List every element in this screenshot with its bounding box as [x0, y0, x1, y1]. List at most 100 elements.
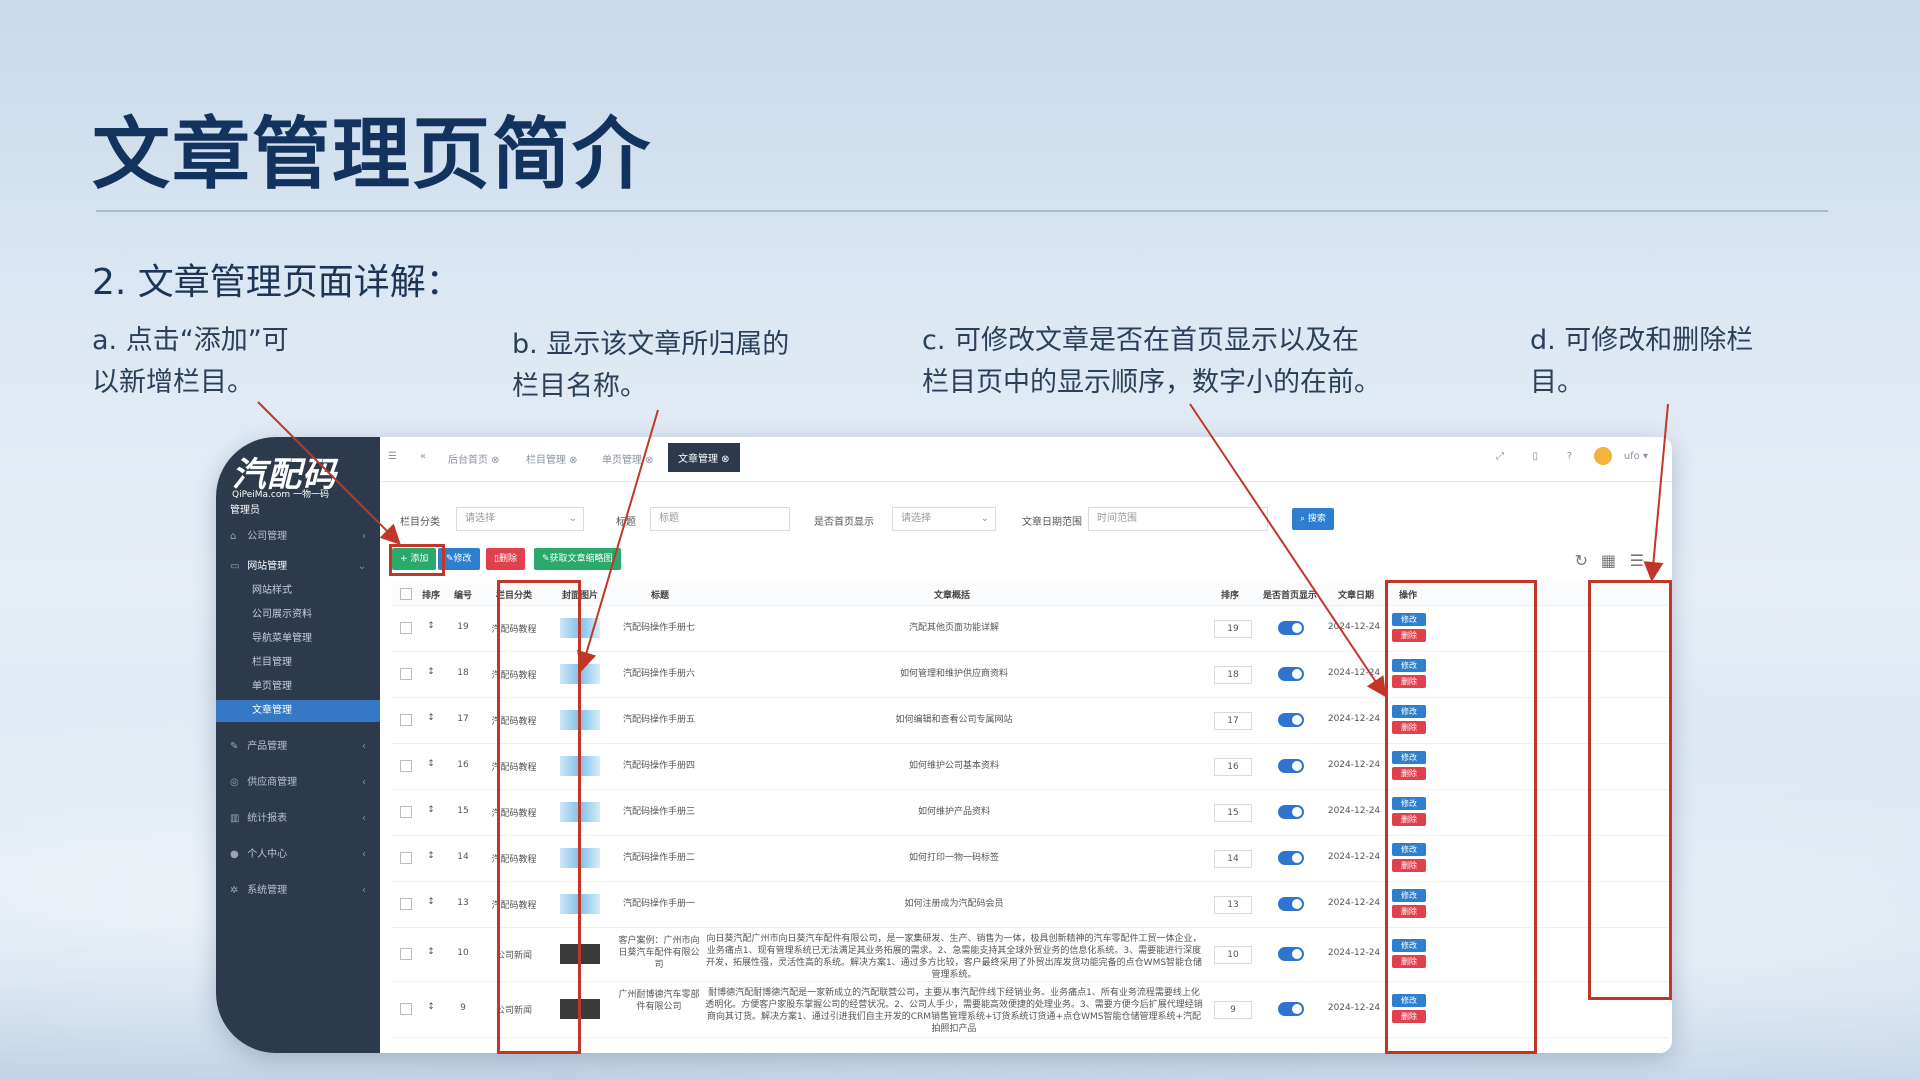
row-sort-input[interactable]: 13 [1214, 896, 1252, 914]
bank-icon: ⌂ [230, 531, 237, 542]
row-sort-input[interactable]: 14 [1214, 850, 1252, 868]
sidebar-sub-articles[interactable]: 文章管理 [216, 700, 380, 722]
row-sort-input[interactable]: 15 [1214, 804, 1252, 822]
help-icon[interactable]: ? [1567, 451, 1572, 462]
col-sort[interactable]: 排序 [1208, 588, 1252, 601]
chart-icon: ▥ [230, 813, 240, 824]
sidebar-sub-label: 文章管理 [252, 705, 292, 716]
date-range-input[interactable]: 时间范围 [1088, 507, 1268, 531]
tabs-back-icon[interactable]: « [420, 451, 426, 462]
row-sort-input[interactable]: 17 [1214, 712, 1252, 730]
row-checkbox[interactable] [400, 668, 412, 680]
sidebar-sub-style[interactable]: 网站样式 [216, 580, 380, 602]
sidebar-sub-company-profile[interactable]: 公司展示资料 [216, 604, 380, 626]
row-date: 2024-12-24 [1327, 668, 1381, 678]
title-divider [96, 210, 1828, 212]
delete-button[interactable]: ▯删除 [486, 548, 525, 570]
drag-sort-handle[interactable]: ↕ [418, 1002, 444, 1012]
home-display-toggle[interactable] [1278, 621, 1304, 635]
highlight-add-button [389, 544, 445, 576]
logo-subtitle: QiPeiMa.com 一物一码 [232, 490, 329, 500]
tab-pages[interactable]: 单页管理 ⊗ [602, 451, 654, 466]
drag-sort-handle[interactable]: ↕ [418, 897, 444, 907]
home-display-toggle[interactable] [1278, 897, 1304, 911]
sidebar-sub-columns[interactable]: 栏目管理 [216, 652, 380, 674]
chevron-left-icon: ‹ [362, 849, 366, 860]
sidebar-item-suppliers[interactable]: ◎ 供应商管理 ‹ [216, 771, 380, 795]
note-c-line2: 栏目页中的显示顺序，数字小的在前。 [922, 367, 1381, 398]
fullscreen-icon[interactable]: ⤢ [1496, 451, 1504, 462]
sidebar: 汽配码 QiPeiMa.com 一物一码 管理员 ⌂ 公司管理 ‹ ▭ 网站管理… [216, 437, 380, 1053]
category-select[interactable]: 请选择 ⌄ [456, 507, 584, 531]
row-checkbox[interactable] [400, 852, 412, 864]
home-display-toggle[interactable] [1278, 759, 1304, 773]
refresh-icon[interactable]: ↻ [1575, 551, 1588, 570]
user-menu[interactable]: ufo ▾ [1624, 451, 1648, 462]
avatar[interactable] [1594, 447, 1612, 465]
sidebar-item-profile[interactable]: ● 个人中心 ‹ [216, 843, 380, 867]
row-checkbox[interactable] [400, 622, 412, 634]
fetch-thumbnail-button[interactable]: ✎获取文章缩略图 [534, 548, 621, 570]
home-select[interactable]: 请选择 ⌄ [892, 507, 996, 531]
chevron-left-icon: ‹ [362, 531, 366, 542]
drag-sort-handle[interactable]: ↕ [418, 759, 444, 769]
sidebar-item-system[interactable]: ✲ 系统管理 ‹ [216, 879, 380, 903]
col-drag-sort[interactable]: 排序 [416, 588, 446, 601]
row-checkbox[interactable] [400, 948, 412, 960]
tab-dashboard[interactable]: 后台首页 ⊗ [448, 451, 500, 466]
sidebar-item-reports[interactable]: ▥ 统计报表 ‹ [216, 807, 380, 831]
home-display-toggle[interactable] [1278, 805, 1304, 819]
sidebar-item-products[interactable]: ✎ 产品管理 ‹ [216, 735, 380, 759]
tab-columns[interactable]: 栏目管理 ⊗ [526, 451, 578, 466]
note-d-line2: 目。 [1530, 367, 1584, 398]
row-checkbox[interactable] [400, 898, 412, 910]
row-checkbox[interactable] [400, 760, 412, 772]
home-display-toggle[interactable] [1278, 713, 1304, 727]
home-display-toggle[interactable] [1278, 851, 1304, 865]
sidebar-sub-nav-menu[interactable]: 导航菜单管理 [216, 628, 380, 650]
col-title[interactable]: 标题 [620, 588, 700, 601]
columns-icon[interactable]: ▦ [1601, 551, 1616, 570]
gears-icon: ✲ [230, 885, 239, 896]
sidebar-item-website[interactable]: ▭ 网站管理 ⌄ [216, 555, 380, 579]
drag-sort-handle[interactable]: ↕ [418, 947, 444, 957]
list-icon[interactable]: ☰ [1630, 551, 1644, 570]
note-d-line1: d. 可修改和删除栏 [1530, 325, 1754, 356]
chevron-down-icon: ⌄ [357, 561, 366, 572]
col-date[interactable]: 文章日期 [1328, 588, 1384, 601]
row-checkbox[interactable] [400, 806, 412, 818]
row-checkbox[interactable] [400, 1003, 412, 1015]
row-sort-input[interactable]: 18 [1214, 666, 1252, 684]
home-display-toggle[interactable] [1278, 667, 1304, 681]
title-input[interactable]: 标题 [650, 507, 790, 531]
col-id[interactable]: 编号 [448, 588, 478, 601]
row-summary: 如何管理和维护供应商资料 [899, 669, 1008, 679]
row-sort-input[interactable]: 16 [1214, 758, 1252, 776]
menu-toggle-icon[interactable]: ☰ [388, 451, 397, 462]
drag-sort-handle[interactable]: ↕ [418, 667, 444, 677]
sidebar-sub-label: 单页管理 [252, 681, 292, 692]
col-home-display[interactable]: 是否首页显示 [1254, 588, 1326, 601]
sidebar-sub-pages[interactable]: 单页管理 [216, 676, 380, 698]
sidebar-item-company[interactable]: ⌂ 公司管理 ‹ [216, 525, 380, 549]
home-filter-label: 是否首页显示 [814, 517, 874, 528]
select-all-checkbox[interactable] [400, 588, 412, 600]
row-summary: 向日葵汽配广州市向日葵汽车配件有限公司，是一家集研发、生产、销售为一体，极具创新… [705, 934, 1203, 979]
home-display-toggle[interactable] [1278, 1002, 1304, 1016]
row-sort-input[interactable]: 10 [1214, 946, 1252, 964]
row-id: 9 [460, 1003, 466, 1013]
drag-sort-handle[interactable]: ↕ [418, 805, 444, 815]
drag-sort-handle[interactable]: ↕ [418, 621, 444, 631]
home-display-toggle[interactable] [1278, 947, 1304, 961]
row-sort-input[interactable]: 9 [1214, 1001, 1252, 1019]
drag-sort-handle[interactable]: ↕ [418, 851, 444, 861]
search-button[interactable]: ⌕ 搜索 [1292, 508, 1334, 530]
tab-articles[interactable]: 文章管理 ⊗ [668, 443, 740, 472]
row-sort-input[interactable]: 19 [1214, 620, 1252, 638]
col-summary[interactable]: 文章概括 [702, 588, 1202, 601]
drag-sort-handle[interactable]: ↕ [418, 713, 444, 723]
row-checkbox[interactable] [400, 714, 412, 726]
slide-subtitle: 2. 文章管理页面详解： [92, 262, 462, 303]
trash-icon[interactable]: ▯ [1532, 451, 1538, 462]
note-b-line2: 栏目名称。 [512, 371, 647, 402]
